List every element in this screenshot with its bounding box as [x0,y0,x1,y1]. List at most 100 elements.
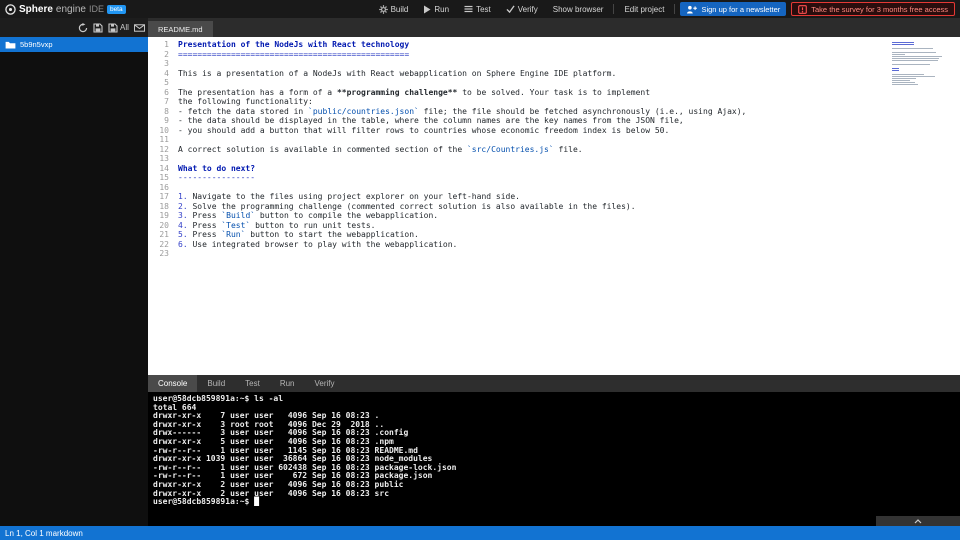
code-line: 6. Use integrated browser to play with t… [178,239,458,249]
test-button-label: Test [476,4,491,14]
line-number: 7 [164,97,169,106]
panel-tab-console-label: Console [158,379,188,388]
line-number: 4 [164,68,169,78]
editor-code[interactable]: Presentation of the NodeJs with React te… [174,40,960,375]
newsletter-button-label: Sign up for a newsletter [701,4,781,14]
refresh-button[interactable] [78,22,88,33]
brand: Sphere engine IDE beta [5,4,126,15]
terminal-line: user@58dcb859891a:~$ █ [153,497,259,507]
line-number: 3 [164,59,169,68]
code-line: The presentation has a form of a **progr… [178,87,651,97]
code-line: ---------------- [178,173,256,182]
build-button[interactable]: Build [374,3,414,16]
edit-project-button[interactable]: Edit project [619,3,669,16]
status-bar: Ln 1, Col 1 markdown [0,526,960,540]
panel-collapse-bar[interactable] [876,516,960,526]
save-all-label: All [120,23,129,32]
project-explorer: 5b9n5vxp [0,37,148,526]
sidebar-item-label: 5b9n5vxp [20,40,53,49]
line-number: 5 [164,78,169,87]
panel-tab-build[interactable]: Build [197,375,235,392]
brand-name: Sphere [19,3,53,15]
cursor-position-status: Ln 1, Col 1 markdown [5,528,83,538]
chevron-up-icon [914,518,922,524]
code-line: Presentation of the NodeJs with React te… [178,40,410,49]
file-toolbar: All [0,18,148,37]
panel-tab-run-label: Run [279,379,295,388]
code-line: What to do next? [178,163,256,173]
sidebar-item-project-root[interactable]: 5b9n5vxp [0,37,148,52]
person-plus-icon [686,5,698,14]
minimap-line [892,70,899,71]
mail-button[interactable] [133,23,145,32]
terminal[interactable]: user@58dcb859891a:~$ ls -al total 664 drwx… [148,392,960,526]
code-editor[interactable]: 1 2 3 4 5 6 7 8 9 10 11 12 13 14 15 16 17 18 19 20 21 22 23 Pr… [148,37,960,375]
code-line: - the data should be displayed in the ta… [178,116,684,125]
line-number: 17 [159,192,169,201]
minimap-line [892,52,936,53]
tab-readme-label: README.md [158,24,203,34]
panel-tab-verify[interactable]: Verify [305,375,345,392]
terminal-line: drwxr-xr-x 2 user user 4096 Sep 16 08:23… [153,488,390,498]
edit-project-button-label: Edit project [624,4,665,14]
terminal-line: user@58dcb859891a:~$ ls -al [153,394,284,403]
line-number: 13 [159,154,169,163]
sphere-logo-icon [5,3,16,15]
show-browser-button[interactable]: Show browser [548,3,609,16]
refresh-icon [78,22,88,33]
beta-badge: beta [106,4,126,14]
line-number: 8 [164,106,169,116]
minimap-line [892,42,914,43]
code-line: 2. Solve the programming challenge (comm… [178,201,636,211]
verify-button-label: Verify [517,4,538,14]
terminal-output: user@58dcb859891a:~$ ls -al total 664 drwx… [153,394,955,507]
minimap-line [892,78,916,79]
minimap-line [892,58,939,59]
code-line: 3. Press `Build` button to compile the w… [178,211,439,220]
check-icon [506,5,515,13]
save-all-button[interactable]: All [108,22,129,33]
line-number: 15 [159,173,169,182]
line-number: 21 [159,230,169,239]
console-panel-tabs: Console Build Test Run Verify [148,375,960,392]
panel-tab-console[interactable]: Console [148,375,198,392]
editor-tab-bar: README.md [148,18,960,37]
toolbar-row: All README.md [0,18,960,37]
line-number: 14 [159,163,169,173]
build-button-label: Build [390,4,409,14]
line-number: 22 [159,239,169,249]
panel-tab-build-label: Build [207,379,226,388]
minimap-line [892,86,944,88]
tab-readme[interactable]: README.md [148,21,213,37]
play-icon [423,5,431,14]
minimap-line [892,66,944,68]
panel-tab-test[interactable]: Test [235,375,270,392]
list-icon [464,5,473,13]
panel-tab-run[interactable]: Run [270,375,305,392]
verify-button[interactable]: Verify [501,3,543,16]
minimap[interactable] [892,42,944,88]
survey-button-label: Take the survey for 3 months free access [811,4,948,14]
code-line: - you should add a button that will filt… [178,125,670,135]
code-line: ========================================… [178,49,410,59]
test-button[interactable]: Test [459,3,496,16]
newsletter-button[interactable]: Sign up for a newsletter [680,2,787,16]
minimap-line [892,68,899,69]
run-button[interactable]: Run [418,3,454,16]
topbar-separator [613,4,615,14]
line-number: 1 [164,40,169,49]
survey-button[interactable]: Take the survey for 3 months free access [791,2,955,16]
editor-gutter: 1 2 3 4 5 6 7 8 9 10 11 12 13 14 15 16 17 18 19 20 21 22 23 [148,40,174,375]
minimap-line [892,54,905,55]
save-button[interactable] [93,22,103,33]
line-number: 19 [159,211,169,220]
ide-window: Sphere engine IDE beta Build Run Test Ve… [0,0,960,540]
line-number: 11 [159,135,169,144]
topbar-separator [674,4,676,14]
code-line: - fetch the data stored in `public/count… [178,106,747,116]
